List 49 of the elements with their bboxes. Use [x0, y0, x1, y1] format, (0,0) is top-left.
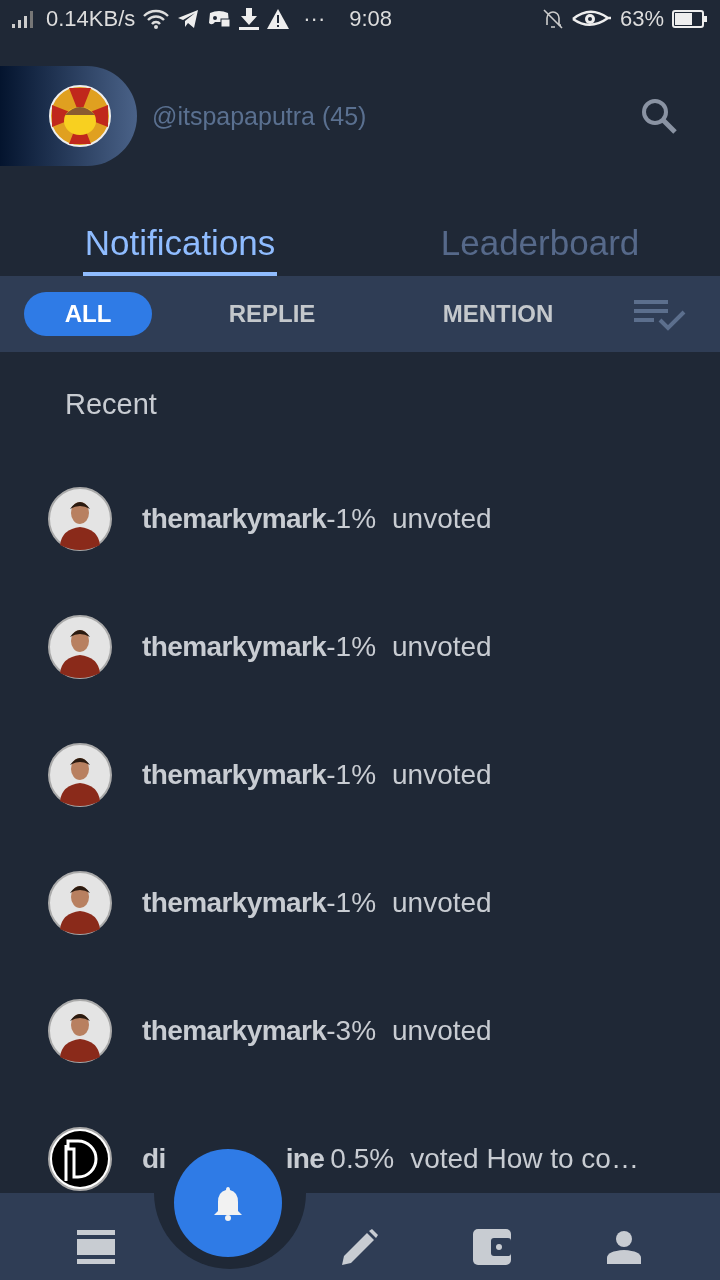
list-icon — [77, 1230, 115, 1264]
wifi-icon — [143, 9, 170, 29]
pencil-icon — [342, 1229, 378, 1265]
vote-percent: -1% — [326, 759, 377, 791]
wallet-icon — [473, 1229, 511, 1265]
profile-avatar-icon — [49, 85, 111, 147]
vote-percent: -1% — [326, 887, 377, 919]
username[interactable]: themarkymark — [142, 631, 327, 663]
search-icon[interactable] — [640, 97, 678, 135]
avatar-icon[interactable] — [48, 615, 112, 679]
warning-icon — [267, 9, 290, 29]
vote-action: unvoted — [392, 631, 492, 663]
username[interactable]: themarkymark — [142, 1015, 327, 1047]
username[interactable]: di — [142, 1143, 166, 1175]
vote-action: unvoted — [392, 887, 492, 919]
clock: 9:08 — [349, 6, 393, 32]
vote-percent: -1% — [326, 631, 377, 663]
username[interactable]: ine — [285, 1143, 325, 1175]
vote-action: voted How to co… — [410, 1143, 639, 1175]
vote-percent: 0.5% — [330, 1143, 395, 1175]
username[interactable]: themarkymark — [142, 759, 327, 791]
person-icon — [607, 1230, 641, 1264]
filter-chip[interactable]: REPLIE — [192, 292, 352, 336]
network-speed: 0.14KB/s — [46, 6, 136, 32]
vote-action: unvoted — [392, 759, 492, 791]
vote-action: unvoted — [392, 503, 492, 535]
username: @itspapaputra (45) — [152, 101, 367, 131]
username[interactable]: themarkymark — [142, 503, 327, 535]
vote-percent: -3% — [326, 1015, 377, 1047]
filter-chip[interactable]: MENTION — [406, 292, 590, 336]
avatar-icon[interactable] — [48, 999, 112, 1063]
avatar-pill[interactable] — [0, 66, 137, 166]
section-heading: Recent — [64, 387, 158, 422]
muted-bell-icon — [541, 8, 564, 30]
logo-avatar-icon[interactable] — [48, 1127, 112, 1191]
battery-icon — [672, 10, 708, 28]
filter-chip[interactable]: ALL — [24, 292, 152, 336]
vote-percent: -1% — [326, 503, 377, 535]
vote-action: unvoted — [392, 1015, 492, 1047]
more-indicator: ··· — [303, 6, 326, 32]
eye-icon — [571, 9, 612, 29]
avatar-icon[interactable] — [48, 487, 112, 551]
avatar-icon[interactable] — [48, 871, 112, 935]
paper-plane-icon — [177, 9, 200, 29]
game-controller-icon — [207, 9, 232, 29]
username[interactable]: themarkymark — [142, 887, 327, 919]
battery-percent: 63% — [619, 6, 664, 32]
avatar-icon[interactable] — [48, 743, 112, 807]
download-icon — [239, 8, 260, 30]
